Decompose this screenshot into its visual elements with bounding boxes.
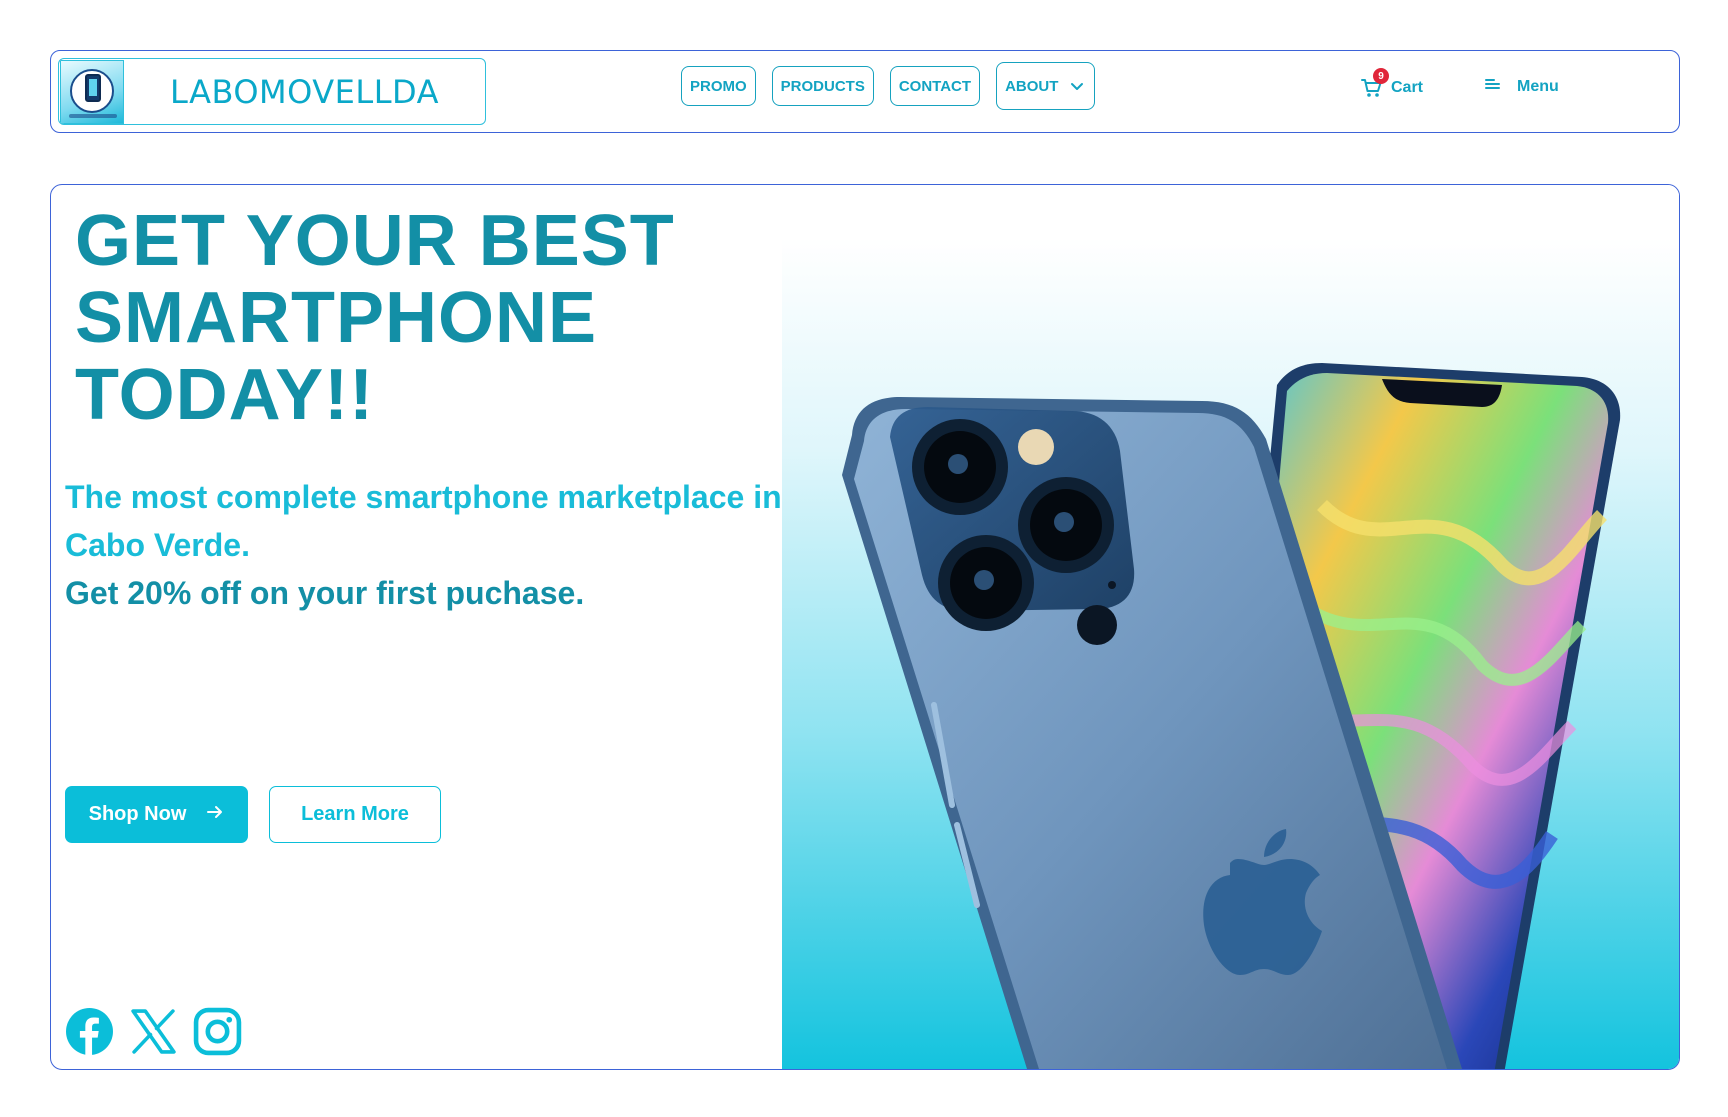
site-header: LABOMOVELLDA PROMO PRODUCTS CONTACT ABOU…: [50, 50, 1680, 133]
cart-button[interactable]: 9 Cart: [1361, 68, 1424, 99]
nav-promo-label: PROMO: [690, 77, 747, 95]
hero-section: GET YOUR BEST SMARTPHONE TODAY!! The mos…: [50, 184, 1680, 1070]
arrow-right-icon: [206, 803, 224, 826]
x-icon[interactable]: [129, 1007, 178, 1056]
nav-contact-label: CONTACT: [898, 77, 972, 95]
main-nav: PROMO PRODUCTS CONTACT ABOUT: [681, 62, 1096, 110]
chevron-down-icon: [1070, 79, 1084, 93]
menu-icon: [1485, 77, 1501, 96]
brand-name: LABOMOVELLDA: [170, 72, 439, 111]
nav-products[interactable]: PRODUCTS: [771, 66, 874, 106]
cart-icon: 9: [1361, 68, 1389, 99]
hero-subtitle: The most complete smartphone marketplace…: [65, 479, 782, 563]
menu-button[interactable]: Menu: [1485, 77, 1559, 96]
nav-contact[interactable]: CONTACT: [889, 66, 981, 106]
nav-about-label: ABOUT: [1005, 77, 1059, 95]
nav-products-label: PRODUCTS: [780, 77, 865, 95]
cart-count-badge: 9: [1373, 68, 1389, 84]
brand-logo: [60, 59, 124, 124]
hero-headline: GET YOUR BEST SMARTPHONE TODAY!!: [75, 201, 675, 435]
brand[interactable]: LABOMOVELLDA: [58, 58, 486, 125]
shop-now-button[interactable]: Shop Now: [65, 786, 248, 843]
nav-promo[interactable]: PROMO: [681, 66, 756, 106]
facebook-icon[interactable]: [65, 1007, 114, 1056]
social-links: [65, 1007, 242, 1056]
learn-more-label: Learn More: [301, 803, 409, 825]
cart-label: Cart: [1391, 79, 1424, 96]
shop-now-label: Shop Now: [88, 803, 187, 825]
hero-product-image: [782, 185, 1679, 1069]
hero-promo-text: Get 20% off on your first puchase.: [65, 575, 585, 611]
nav-about-dropdown[interactable]: ABOUT: [996, 62, 1096, 110]
learn-more-button[interactable]: Learn More: [269, 786, 441, 843]
menu-label: Menu: [1517, 77, 1559, 95]
instagram-icon[interactable]: [193, 1007, 242, 1056]
